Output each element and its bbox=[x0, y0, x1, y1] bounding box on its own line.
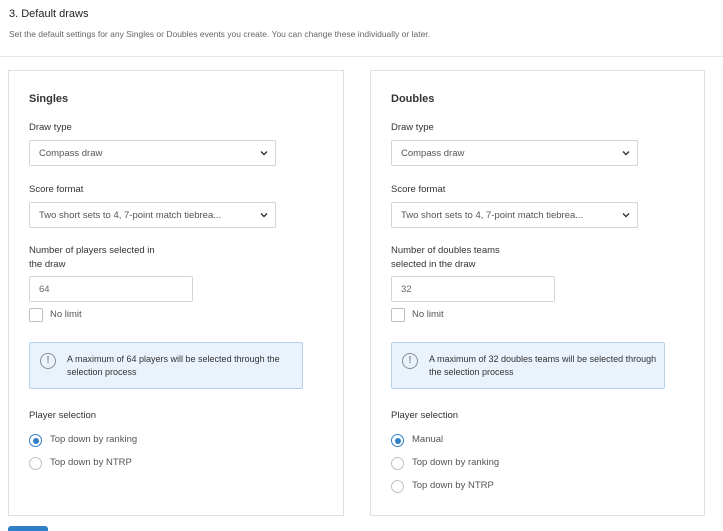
doubles-count-label-line2: selected in the draw bbox=[391, 259, 476, 270]
doubles-radio-label: Manual bbox=[412, 434, 444, 445]
singles-draw-type-label: Draw type bbox=[29, 122, 72, 133]
doubles-panel: Doubles Draw type Compass draw Score for… bbox=[370, 70, 705, 516]
singles-score-format-select[interactable]: Two short sets to 4, 7-point match tiebr… bbox=[29, 202, 276, 228]
singles-count-value: 64 bbox=[39, 284, 50, 295]
doubles-draw-type-label: Draw type bbox=[391, 122, 434, 133]
doubles-draw-type-value: Compass draw bbox=[401, 148, 465, 159]
doubles-title: Doubles bbox=[391, 93, 435, 105]
doubles-draw-type-select[interactable]: Compass draw bbox=[391, 140, 638, 166]
singles-count-label: Number of players selected in the draw bbox=[29, 244, 155, 272]
doubles-count-label: Number of doubles teams selected in the … bbox=[391, 244, 500, 272]
doubles-no-limit-label: No limit bbox=[412, 309, 444, 320]
info-icon bbox=[402, 353, 418, 369]
doubles-radio-top-down-ntrp[interactable] bbox=[391, 480, 404, 493]
save-button[interactable] bbox=[8, 526, 48, 531]
chevron-down-icon bbox=[260, 213, 268, 218]
singles-draw-type-select[interactable]: Compass draw bbox=[29, 140, 276, 166]
doubles-count-label-line1: Number of doubles teams bbox=[391, 245, 500, 256]
singles-radio-top-down-ranking[interactable] bbox=[29, 434, 42, 447]
singles-count-label-line2: the draw bbox=[29, 259, 66, 270]
doubles-radio-label: Top down by NTRP bbox=[412, 480, 494, 491]
singles-title: Singles bbox=[29, 93, 69, 105]
doubles-count-value: 32 bbox=[401, 284, 412, 295]
doubles-count-input[interactable]: 32 bbox=[391, 276, 555, 302]
singles-draw-type-value: Compass draw bbox=[39, 148, 103, 159]
singles-score-format-value: Two short sets to 4, 7-point match tiebr… bbox=[39, 210, 222, 221]
singles-score-format-label: Score format bbox=[29, 184, 84, 195]
chevron-down-icon bbox=[622, 151, 630, 156]
chevron-down-icon bbox=[260, 151, 268, 156]
singles-count-label-line1: Number of players selected in bbox=[29, 245, 155, 256]
singles-no-limit-label: No limit bbox=[50, 309, 82, 320]
doubles-score-format-select[interactable]: Two short sets to 4, 7-point match tiebr… bbox=[391, 202, 638, 228]
section-title: 3. Default draws bbox=[9, 8, 89, 20]
doubles-radio-label: Top down by ranking bbox=[412, 457, 500, 468]
doubles-no-limit-checkbox[interactable] bbox=[391, 308, 405, 322]
chevron-down-icon bbox=[622, 213, 630, 218]
singles-radio-label: Top down by NTRP bbox=[50, 457, 132, 468]
singles-no-limit-checkbox[interactable] bbox=[29, 308, 43, 322]
singles-panel: Singles Draw type Compass draw Score for… bbox=[8, 70, 344, 516]
doubles-score-format-value: Two short sets to 4, 7-point match tiebr… bbox=[401, 210, 584, 221]
section-description: Set the default settings for any Singles… bbox=[9, 29, 431, 39]
singles-info-text: A maximum of 64 players will be selected… bbox=[67, 354, 280, 377]
doubles-radio-manual[interactable] bbox=[391, 434, 404, 447]
doubles-player-selection-label: Player selection bbox=[391, 410, 459, 421]
info-icon bbox=[40, 353, 56, 369]
doubles-radio-top-down-ranking[interactable] bbox=[391, 457, 404, 470]
section-divider bbox=[0, 56, 723, 57]
singles-player-selection-label: Player selection bbox=[29, 410, 97, 421]
singles-radio-label: Top down by ranking bbox=[50, 434, 138, 445]
singles-info-box: A maximum of 64 players will be selected… bbox=[29, 342, 303, 389]
doubles-info-box: A maximum of 32 doubles teams will be se… bbox=[391, 342, 665, 389]
singles-radio-top-down-ntrp[interactable] bbox=[29, 457, 42, 470]
singles-count-input[interactable]: 64 bbox=[29, 276, 193, 302]
doubles-info-text: A maximum of 32 doubles teams will be se… bbox=[429, 354, 657, 377]
doubles-score-format-label: Score format bbox=[391, 184, 446, 195]
